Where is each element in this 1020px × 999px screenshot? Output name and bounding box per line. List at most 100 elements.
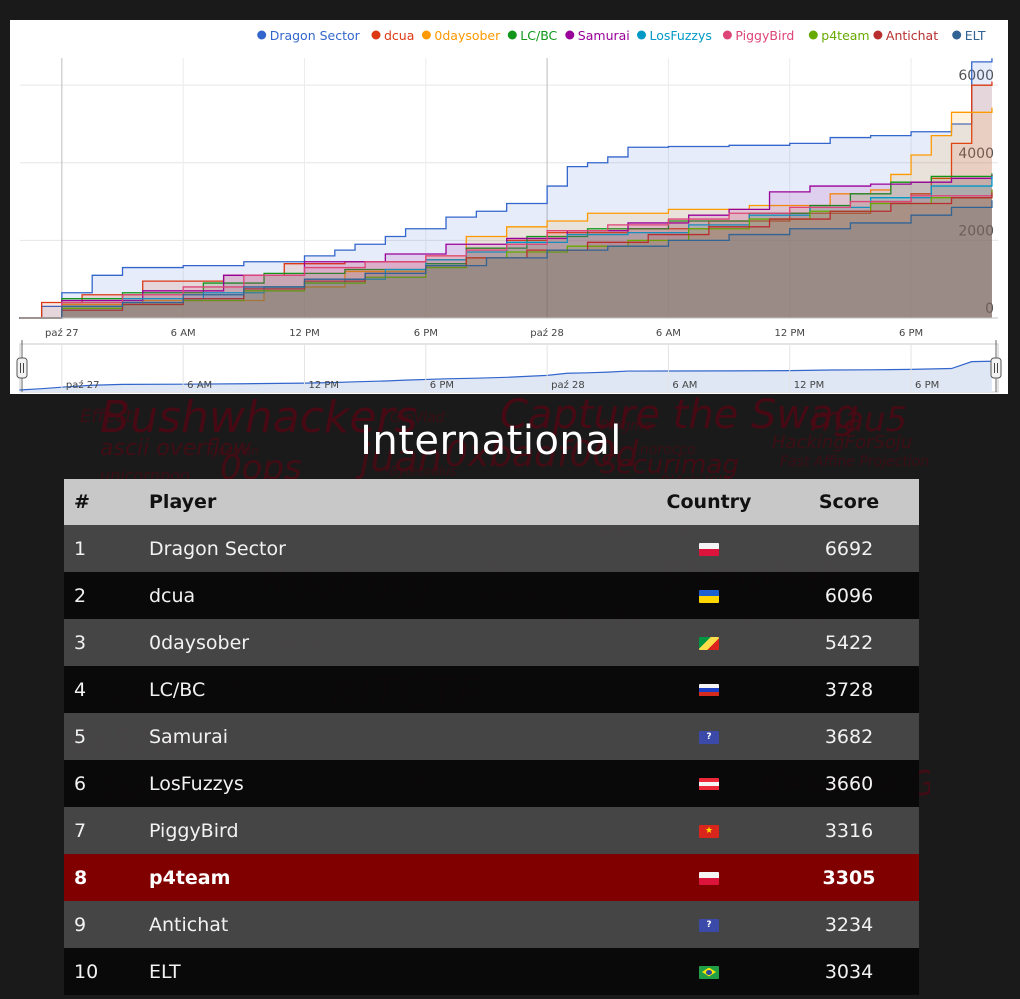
flag-pl-icon <box>699 871 719 885</box>
rank-cell: 10 <box>64 948 149 995</box>
table-row[interactable]: 9 Antichat? 3234 <box>64 901 919 948</box>
table-row[interactable]: 8 p4team 3305 <box>64 854 919 901</box>
flag-br-icon <box>699 965 719 979</box>
flag-cg-icon <box>699 636 719 650</box>
legend-marker[interactable] <box>421 30 431 40</box>
table-row[interactable]: 1 Dragon Sector 6692 <box>64 525 919 572</box>
score-cell: 3305 <box>779 854 919 901</box>
country-cell: ★ <box>639 807 779 854</box>
navigator-handle-right[interactable] <box>990 357 1002 379</box>
score-chart[interactable]: 0 2000 4000 6000 paź 27 6 AM 12 PM 6 PM paź 28 6 … <box>10 20 1008 394</box>
legend-marker[interactable] <box>507 30 517 40</box>
player-name[interactable]: ELT <box>149 948 639 995</box>
legend-marker[interactable] <box>565 30 575 40</box>
legend-label[interactable]: dcua <box>384 28 414 43</box>
table-row[interactable]: 7 PiggyBird ★ 3316 <box>64 807 919 854</box>
country-cell <box>639 854 779 901</box>
ranking-table: # Player Country Score 1 Dragon Sector 669… <box>64 479 919 995</box>
legend-marker[interactable] <box>873 30 883 40</box>
x-tick-label: 12 PM <box>774 328 805 339</box>
x-tick-label: 6 PM <box>414 328 438 339</box>
legend-marker[interactable] <box>257 30 267 40</box>
country-cell <box>639 666 779 713</box>
header-country[interactable]: Country <box>639 479 779 525</box>
navigator-tick-label: 6 AM <box>672 380 697 391</box>
country-cell <box>639 619 779 666</box>
flag-ru-icon <box>699 683 719 697</box>
rank-cell: 9 <box>64 901 149 948</box>
x-tick-label: 12 PM <box>289 328 320 339</box>
player-name[interactable]: LC/BC <box>149 666 639 713</box>
legend-marker[interactable] <box>722 30 732 40</box>
rank-cell: 7 <box>64 807 149 854</box>
x-tick-label: paź 28 <box>530 327 564 339</box>
table-row[interactable]: 10 ELT 3034 <box>64 948 919 995</box>
table-row[interactable]: 4 LC/BC 3728 <box>64 666 919 713</box>
player-name[interactable]: Dragon Sector <box>149 525 639 572</box>
ranking-body: 1 Dragon Sector 6692 2 dcua 6096 3 0daysober 542… <box>64 525 919 995</box>
page-title: International <box>360 418 622 464</box>
country-cell <box>639 948 779 995</box>
header-score[interactable]: Score <box>779 479 919 525</box>
navigator-tick-label: 12 PM <box>308 380 339 391</box>
x-tick-label: paź 27 <box>45 327 79 339</box>
score-chart-svg[interactable]: 0200040006000paź 27 6 AM 12 PM 6 PM paź 28 6 … <box>10 20 1008 394</box>
header-player[interactable]: Player <box>149 479 639 525</box>
table-row[interactable]: 5 Samurai? 3682 <box>64 713 919 760</box>
legend-label[interactable]: LosFuzzys <box>650 28 712 43</box>
score-cell: 5422 <box>779 619 919 666</box>
navigator-tick-label: paź 27 <box>66 379 100 391</box>
navigator-tick-label: 6 PM <box>430 380 454 391</box>
score-cell: 3728 <box>779 666 919 713</box>
player-name[interactable]: LosFuzzys <box>149 760 639 807</box>
rank-cell: 3 <box>64 619 149 666</box>
flag-at-icon <box>699 777 719 791</box>
legend-marker[interactable] <box>637 30 646 40</box>
flag-vn-icon: ★ <box>699 824 719 838</box>
legend-label[interactable]: p4team <box>821 28 869 43</box>
score-cell: 3682 <box>779 713 919 760</box>
player-name[interactable]: Samurai <box>149 713 639 760</box>
x-tick-label: 6 AM <box>656 328 681 339</box>
x-tick-label: 6 AM <box>171 328 196 339</box>
player-name[interactable]: dcua <box>149 572 639 619</box>
flag-unknown-icon: ? <box>699 730 719 744</box>
legend-label[interactable]: LC/BC <box>520 28 557 43</box>
navigator-handle-left[interactable] <box>16 357 28 379</box>
player-name[interactable]: PiggyBird <box>149 807 639 854</box>
legend-label[interactable]: PiggyBird <box>735 28 794 43</box>
table-row[interactable]: 3 0daysober 5422 <box>64 619 919 666</box>
country-cell <box>639 760 779 807</box>
rank-cell: 5 <box>64 713 149 760</box>
legend-label[interactable]: Antichat <box>886 28 938 43</box>
table-row[interactable]: 6 LosFuzzys 3660 <box>64 760 919 807</box>
legend-marker[interactable] <box>371 30 381 40</box>
player-name[interactable]: Antichat <box>149 901 639 948</box>
legend-label[interactable]: Dragon Sector <box>270 28 361 43</box>
score-cell: 3234 <box>779 901 919 948</box>
rank-cell: 1 <box>64 525 149 572</box>
table-row[interactable]: 2 dcua 6096 <box>64 572 919 619</box>
country-cell: ? <box>639 713 779 760</box>
rank-cell: 4 <box>64 666 149 713</box>
score-cell: 3034 <box>779 948 919 995</box>
header-rank[interactable]: # <box>64 479 149 525</box>
flag-ua-icon <box>699 589 719 603</box>
legend-label[interactable]: 0daysober <box>434 28 501 43</box>
x-tick-label: 6 PM <box>899 328 923 339</box>
country-cell: ? <box>639 901 779 948</box>
player-name[interactable]: p4team <box>149 854 639 901</box>
legend-marker[interactable] <box>808 30 818 40</box>
country-cell <box>639 525 779 572</box>
navigator-tick-label: 12 PM <box>794 380 825 391</box>
player-name[interactable]: 0daysober <box>149 619 639 666</box>
score-cell: 6692 <box>779 525 919 572</box>
navigator-tick-label: 6 AM <box>187 380 212 391</box>
rank-cell: 8 <box>64 854 149 901</box>
legend-label[interactable]: ELT <box>965 28 986 43</box>
legend-marker[interactable] <box>952 30 962 40</box>
navigator-tick-label: paź 28 <box>551 379 585 391</box>
legend-label[interactable]: Samurai <box>578 28 630 43</box>
background-word: Bytecodius <box>390 464 457 478</box>
table-header-row: # Player Country Score <box>64 479 919 525</box>
